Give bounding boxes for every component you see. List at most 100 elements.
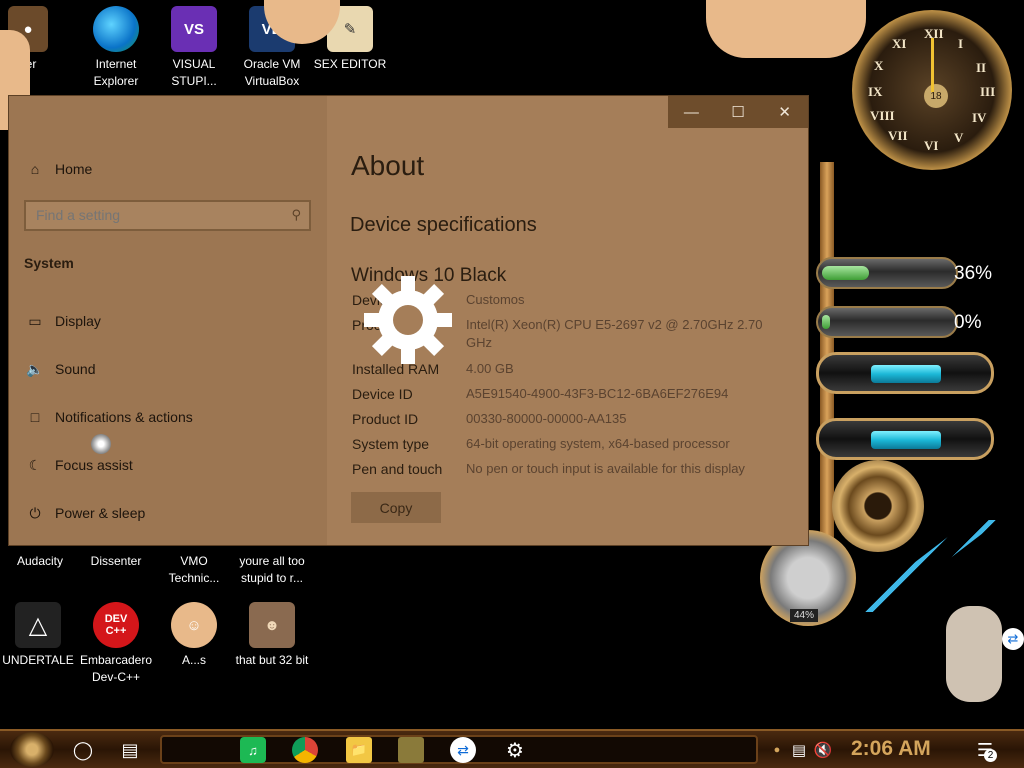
nav-section-title: System xyxy=(24,255,74,271)
minimize-button[interactable]: — xyxy=(668,96,715,128)
display-icon: ▭ xyxy=(28,312,42,329)
clock-numeral: IV xyxy=(972,110,987,125)
desktop-icon-audacity[interactable]: Audacity xyxy=(2,553,78,570)
taskbar: ◯ ▤ ♫ 📁 ⇄ ⚙ ● ▤ 🔇 2:06 AM ☰ 2 xyxy=(0,729,1024,768)
nav-item-focus-assist[interactable]: ☾ Focus assist xyxy=(24,453,133,477)
clock-numeral: VII xyxy=(888,128,908,143)
desktop-icon-visual-studio[interactable]: VS VISUAL STUPI... xyxy=(156,6,232,90)
close-button[interactable]: ✕ xyxy=(761,96,808,128)
cpu-percent: 36% xyxy=(954,263,993,284)
volume-muted-icon[interactable]: 🔇 xyxy=(810,737,836,763)
desktop-icon-32bit[interactable]: ☻ that but 32 bit xyxy=(234,602,310,669)
memory-gauge-fill xyxy=(822,315,830,329)
desktop-icon-character[interactable]: ☺ A...s xyxy=(156,602,232,669)
task-view-icon[interactable]: ▤ xyxy=(117,737,143,763)
gear-decoration-icon xyxy=(832,460,924,552)
desktop-icon-label: Oracle VM VirtualBox xyxy=(243,57,301,88)
file-explorer-icon[interactable]: 📁 xyxy=(346,737,372,763)
spec-label-product-id: Product ID xyxy=(352,411,419,427)
nav-item-label: Focus assist xyxy=(55,457,133,473)
memory-gauge xyxy=(816,306,958,338)
nav-home[interactable]: ⌂ Home xyxy=(24,157,93,181)
disk-tube-1 xyxy=(816,352,994,394)
desktop-icon-label: Dissenter xyxy=(90,554,142,568)
cpu-gauge xyxy=(816,257,958,289)
spec-label-system-type: System type xyxy=(352,436,430,452)
clock-hand-icon xyxy=(931,38,934,92)
desktop-icon-devcpp[interactable]: DEV C++ Embarcadero Dev-C++ xyxy=(78,602,154,686)
clock-numeral: X xyxy=(874,58,884,73)
nav-item-sound[interactable]: 🔈 Sound xyxy=(24,357,95,381)
spec-label-device-id: Device ID xyxy=(352,386,413,402)
window-controls: — ☐ ✕ xyxy=(668,96,808,128)
nav-item-label: Display xyxy=(55,313,101,329)
nav-item-notifications[interactable]: □ Notifications & actions xyxy=(24,405,193,429)
desktop-icon-label: UNDERTALE xyxy=(2,653,74,667)
memory-percent: 0% xyxy=(954,312,982,333)
power-icon: ⏻ xyxy=(29,504,41,521)
portrait-icon: ☻ xyxy=(249,602,295,648)
desktop-icon-stupid[interactable]: youre all too stupid to r... xyxy=(234,553,310,587)
notifications-icon: □ xyxy=(30,409,40,425)
start-button[interactable] xyxy=(10,732,54,767)
spec-value-system-type: 64-bit operating system, x64-based proce… xyxy=(466,436,730,451)
spec-value-pen-touch: No pen or touch input is available for t… xyxy=(466,461,745,476)
clock-numeral: VIII xyxy=(870,108,895,123)
edge-icon xyxy=(93,6,139,52)
search-icon: ⚲ xyxy=(291,207,301,222)
clock-numeral: II xyxy=(976,60,987,75)
spec-value-product-id: 00330-80000-00000-AA135 xyxy=(466,411,627,426)
game-icon[interactable] xyxy=(398,737,424,763)
dial-gauge-value: 44% xyxy=(790,609,819,622)
settings-window: ⌂ Home ⚲ System ▭ Display 🔈 Sound □ Noti… xyxy=(9,96,808,545)
cortana-icon[interactable]: ◯ xyxy=(70,737,96,763)
spec-value-device-name: Customos xyxy=(466,292,525,307)
desktop-icon-internet-explorer[interactable]: Internet Explorer xyxy=(78,6,154,90)
desktop-icon-label: Embarcadero Dev-C++ xyxy=(79,653,153,684)
desktop-icon-label: Internet Explorer xyxy=(93,57,139,88)
settings-search[interactable]: ⚲ xyxy=(24,200,311,231)
clock-numeral: VI xyxy=(924,138,939,153)
clock-numeral: XI xyxy=(892,36,907,51)
desktop-icon-label: that but 32 bit xyxy=(235,653,309,667)
chrome-icon[interactable] xyxy=(292,737,318,763)
spec-label-pen-touch: Pen and touch xyxy=(352,461,443,477)
teamviewer-icon[interactable]: ⇄ xyxy=(450,737,476,763)
network-icon[interactable]: ▤ xyxy=(786,737,812,763)
desktop-icon-vmo[interactable]: VMO Technic... xyxy=(156,553,232,587)
nav-home-label: Home xyxy=(55,161,93,177)
nav-item-label: Notifications & actions xyxy=(55,409,193,425)
teamviewer-tray-icon[interactable]: ⇄ xyxy=(1002,628,1024,650)
spec-value-processor: Intel(R) Xeon(R) CPU E5-2697 v2 @ 2.70GH… xyxy=(466,317,763,350)
disk-tube-fill xyxy=(871,365,941,383)
mouse-cursor-icon xyxy=(91,434,111,454)
nav-item-power-sleep[interactable]: ⏻ Power & sleep xyxy=(24,501,145,525)
disk-tube-fill xyxy=(871,431,941,449)
search-input[interactable] xyxy=(26,202,276,228)
spotify-icon[interactable]: ♫ xyxy=(240,737,266,763)
device-specifications-heading: Device specifications xyxy=(350,214,537,236)
cpu-gauge-fill xyxy=(822,266,869,280)
page-title: About xyxy=(351,150,425,181)
clock-numeral: V xyxy=(954,130,964,145)
clock-numeral: IX xyxy=(868,84,883,99)
nav-item-label: Power & sleep xyxy=(55,505,146,521)
taskbar-clock[interactable]: 2:06 AM xyxy=(851,737,931,761)
settings-icon[interactable]: ⚙ xyxy=(502,737,528,763)
loading-gear-icon xyxy=(364,276,452,364)
notification-count-badge: 2 xyxy=(984,749,997,762)
copy-button[interactable]: Copy xyxy=(351,492,441,523)
desktop-icon-dissenter[interactable]: Dissenter xyxy=(78,553,154,570)
clock-numeral: III xyxy=(980,84,996,99)
desktop-icon-label: SEX EDITOR xyxy=(313,57,387,71)
desktop-icon-undertale[interactable]: △ UNDERTALE xyxy=(0,602,76,669)
maximize-button[interactable]: ☐ xyxy=(715,96,762,128)
devcpp-icon: DEV C++ xyxy=(93,602,139,648)
nav-item-display[interactable]: ▭ Display xyxy=(24,309,101,333)
focus-assist-icon: ☾ xyxy=(28,456,42,473)
devcpp-badge: DEV C++ xyxy=(104,613,128,637)
taskbar-apps: ♫ 📁 ⇄ ⚙ xyxy=(160,735,758,764)
desktop-icon-label: VMO Technic... xyxy=(168,554,220,585)
home-icon: ⌂ xyxy=(30,161,40,177)
nav-item-label: Sound xyxy=(55,361,96,377)
